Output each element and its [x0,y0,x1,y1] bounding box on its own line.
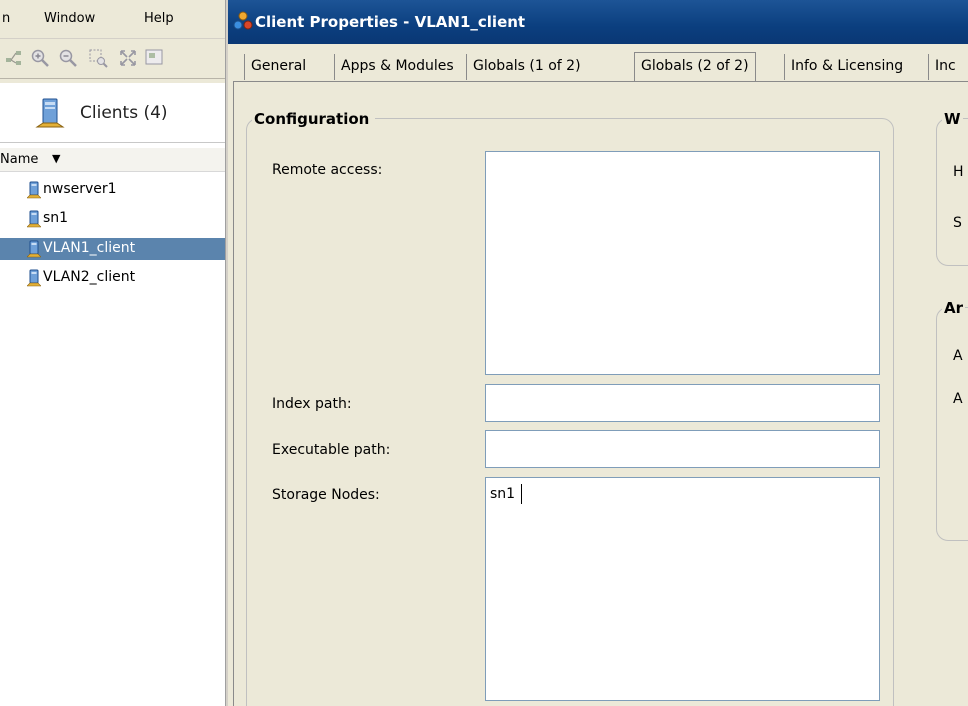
client-properties-icon [233,11,253,30]
right-group-bottom-legend: Ar [942,299,966,317]
menu-bar: n Window Help [0,0,227,38]
name-column-header[interactable]: Name ▼ [0,148,227,172]
right-group-top-label-1: H [953,164,964,180]
client-row[interactable]: VLAN1_client [0,238,227,260]
clients-header: Clients (4) [0,83,227,143]
client-computer-icon [26,269,42,291]
menu-item-help[interactable]: Help [144,11,174,26]
sort-down-icon: ▼ [52,152,61,165]
right-group-top [936,118,968,266]
text-caret [521,484,522,504]
client-row[interactable]: VLAN2_client [0,267,227,289]
overview-icon[interactable] [144,48,164,68]
client-computer-icon [35,98,65,128]
tab-globals-2-of-2[interactable]: Globals (2 of 2) [634,52,756,82]
executable-path-label: Executable path: [272,442,391,458]
configuration-legend: Configuration [252,110,376,128]
tab-general[interactable]: General [244,54,312,80]
tab-apps-modules[interactable]: Apps & Modules [334,54,460,80]
storage-nodes-field[interactable]: sn1 [485,477,880,701]
client-properties-dialog: Client Properties - VLAN1_client General… [228,0,968,706]
storage-nodes-label: Storage Nodes: [272,487,380,503]
clients-title: Clients (4) [80,103,168,123]
client-row[interactable]: sn1 [0,208,227,230]
client-row-label: VLAN1_client [43,240,136,256]
index-path-field[interactable] [485,384,880,422]
menu-item-partial[interactable]: n [2,11,10,26]
fit-view-icon[interactable] [118,48,138,68]
zoom-in-icon[interactable] [30,48,50,68]
client-row-label: sn1 [43,210,69,226]
zoom-out-icon[interactable] [58,48,78,68]
title-bar[interactable]: Client Properties - VLAN1_client [228,0,968,44]
right-group-bottom-label-1: A [953,348,963,364]
toolbar [0,38,227,78]
remote-access-label: Remote access: [272,162,383,178]
client-computer-icon [26,240,42,262]
client-row-label: nwserver1 [43,181,117,197]
index-path-label: Index path: [272,396,352,412]
right-group-bottom [936,307,968,541]
name-column-label: Name [0,152,39,167]
tab-info-licensing[interactable]: Info & Licensing [784,54,909,80]
dialog-title: Client Properties - VLAN1_client [255,13,526,31]
network-map-icon[interactable] [4,48,24,68]
client-computer-icon [26,181,42,203]
tab-panel-globals-2: Configuration Remote access: Index path:… [233,81,968,706]
client-row-label: VLAN2_client [43,269,136,285]
remote-access-field[interactable] [485,151,880,375]
zoom-region-icon[interactable] [88,48,108,68]
tab-inc[interactable]: Inc [928,54,962,80]
right-group-bottom-label-2: A [953,391,963,407]
executable-path-field[interactable] [485,430,880,468]
right-group-top-label-2: S [953,215,962,231]
menu-item-window[interactable]: Window [44,11,95,26]
right-group-top-legend: W [942,110,963,128]
tab-strip: General Apps & Modules Globals (1 of 2) Glo… [228,44,968,82]
tab-globals-1-of-2[interactable]: Globals (1 of 2) [466,54,587,80]
storage-nodes-value: sn1 [490,486,516,502]
left-pane: n Window Help Clients (4) Name ▼ nwserve… [0,0,228,706]
client-row[interactable]: nwserver1 [0,179,227,201]
client-computer-icon [26,210,42,232]
